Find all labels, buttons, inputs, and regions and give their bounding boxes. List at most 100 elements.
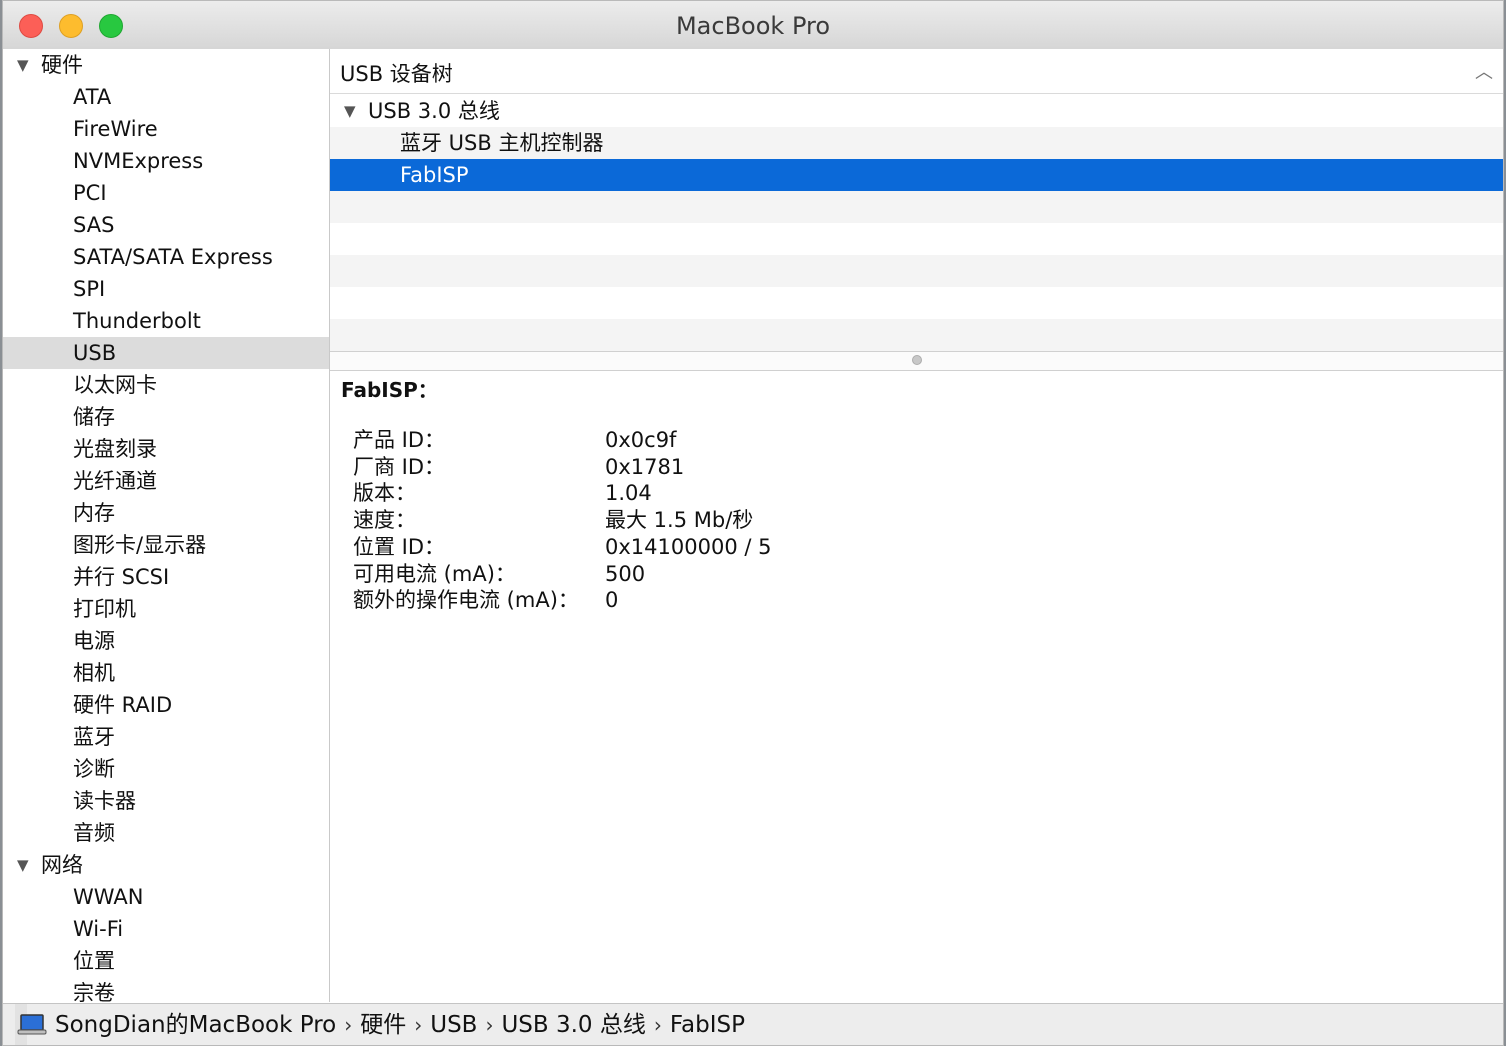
empty-row [330,287,1503,319]
breadcrumb-item[interactable]: SongDian的MacBook Pro [55,1012,336,1038]
sidebar-item-sata-sata-express[interactable]: SATA/SATA Express [3,241,329,273]
sidebar-item-label: SAS [73,213,115,237]
sidebar-item-label: 电源 [73,629,115,653]
main-pane: USB 设备树 ︿ ▼ USB 3.0 总线 蓝牙 USB 主机控制器 FabISP … [330,49,1503,1002]
sidebar-section-label: 硬件 [41,53,83,77]
sidebar-item-item[interactable]: 图形卡/显示器 [3,529,329,561]
sidebar-item-item[interactable]: 储存 [3,401,329,433]
sidebar-item-item[interactable]: 位置 [3,945,329,977]
sidebar-section-0[interactable]: ▼ 硬件 [3,49,329,81]
breadcrumb-item[interactable]: USB [430,1012,477,1038]
sidebar-item-spi[interactable]: SPI [3,273,329,305]
breadcrumb-item[interactable]: FabISP [670,1012,745,1038]
sidebar-item-usb[interactable]: USB [3,337,329,369]
usb-bus-row[interactable]: ▼ USB 3.0 总线 [330,95,1503,127]
sidebar-section-label: 网络 [41,853,83,877]
system-information-window: MacBook Pro ▼ 硬件 ATA FireWire NVMExpress PCI S… [2,0,1504,1046]
splitter-handle-icon[interactable] [912,355,922,365]
sidebar-item-label: 储存 [73,405,115,429]
property-key: 产品 ID： [353,428,446,452]
breadcrumb-separator-icon: › [344,1013,353,1037]
sidebar-item-item[interactable]: 内存 [3,497,329,529]
sidebar-item-wi-fi[interactable]: Wi-Fi [3,913,329,945]
pane-splitter[interactable] [330,351,1503,371]
sidebar-item-item[interactable]: 电源 [3,625,329,657]
sidebar-item-ata[interactable]: ATA [3,81,329,113]
sidebar-section-1[interactable]: ▼ 网络 [3,849,329,881]
sidebar-item-item[interactable]: 打印机 [3,593,329,625]
empty-row [330,223,1503,255]
sidebar-item-label: 图形卡/显示器 [73,533,207,557]
sidebar-item-label: PCI [73,181,107,205]
usb-tree-header-label: USB 设备树 [340,62,453,86]
sidebar[interactable]: ▼ 硬件 ATA FireWire NVMExpress PCI SAS SATA/SATA … [3,49,330,1002]
usb-device-list[interactable]: ▼ USB 3.0 总线蓝牙 USB 主机控制器 FabISP [330,95,1503,351]
empty-row [330,191,1503,223]
sidebar-item-label: ATA [73,85,112,109]
sidebar-item-raid[interactable]: 硬件 RAID [3,689,329,721]
property-key: 可用电流 (mA)： [353,561,516,586]
usb-device-row[interactable]: FabISP [330,159,1503,191]
property-value: 0x1781 [605,454,685,479]
sidebar-item-label: 光盘刻录 [73,437,157,461]
title-bar[interactable]: MacBook Pro [3,1,1503,50]
sidebar-item-wwan[interactable]: WWAN [3,881,329,913]
disclosure-triangle-icon[interactable]: ▼ [344,95,356,127]
sidebar-item-label: 诊断 [73,757,115,781]
disclosure-triangle-icon[interactable]: ▼ [17,849,29,881]
collapse-chevron-icon[interactable]: ︿ [1475,58,1493,84]
sidebar-item-label: USB [73,341,117,365]
sidebar-item-label: 位置 [73,949,115,973]
sidebar-item-label: 硬件 RAID [73,693,173,717]
breadcrumb-separator-icon: › [653,1013,662,1037]
breadcrumb-separator-icon: › [414,1013,423,1037]
sidebar-item-label: 相机 [73,661,115,685]
usb-bus-label: USB 3.0 总线 [368,99,500,123]
path-crumbs[interactable]: SongDian的MacBook Pro › 硬件 › USB › USB 3.0 总线 › F… [15,1004,745,1045]
empty-row [330,255,1503,287]
property-value: 500 [605,561,646,586]
sidebar-item-label: WWAN [73,885,144,909]
sidebar-item-pci[interactable]: PCI [3,177,329,209]
disclosure-triangle-icon[interactable]: ▼ [17,49,29,81]
sidebar-item-firewire[interactable]: FireWire [3,113,329,145]
sidebar-item-item[interactable]: 音频 [3,817,329,849]
sidebar-item-label: FireWire [73,117,158,141]
sidebar-item-item[interactable]: 读卡器 [3,785,329,817]
usb-device-row[interactable]: 蓝牙 USB 主机控制器 [330,127,1503,159]
property-key: 额外的操作电流 (mA)： [353,588,579,613]
sidebar-item-nvmexpress[interactable]: NVMExpress [3,145,329,177]
breadcrumb-separator-icon: › [485,1013,494,1037]
sidebar-item-item[interactable]: 相机 [3,657,329,689]
property-value: 最大 1.5 Mb/秒 [605,508,754,533]
sidebar-item-sas[interactable]: SAS [3,209,329,241]
sidebar-item-label: 读卡器 [73,789,136,813]
sidebar-item-label: 内存 [73,501,115,525]
usb-tree-header[interactable]: USB 设备树 ︿ [330,49,1503,94]
sidebar-item-label: 宗卷 [73,981,115,1002]
sidebar-item-label: 打印机 [73,597,136,621]
sidebar-item-label: SPI [73,277,106,301]
property-key: 版本： [353,481,416,506]
sidebar-item-label: NVMExpress [73,149,204,173]
sidebar-item-label: 并行 SCSI [73,565,170,589]
sidebar-item-item[interactable]: 光纤通道 [3,465,329,497]
sidebar-item-label: SATA/SATA Express [73,245,273,269]
property-value: 0x0c9f [605,428,677,452]
sidebar-item-item[interactable]: 诊断 [3,753,329,785]
sidebar-item-thunderbolt[interactable]: Thunderbolt [3,305,329,337]
breadcrumb-item[interactable]: 硬件 [360,1012,406,1038]
window-title: MacBook Pro [675,12,831,40]
sidebar-item-scsi[interactable]: 并行 SCSI [3,561,329,593]
sidebar-item-label: 以太网卡 [73,373,157,397]
property-value: 0 [605,588,619,613]
path-bar: SongDian的MacBook Pro › 硬件 › USB › USB 3.0 总线 › F… [3,1003,1503,1045]
sidebar-item-item[interactable]: 宗卷 [3,977,329,1002]
sidebar-item-item[interactable]: 光盘刻录 [3,433,329,465]
empty-row [330,319,1503,351]
sidebar-item-label: 光纤通道 [73,469,157,493]
breadcrumb-item[interactable]: USB 3.0 总线 [501,1012,645,1038]
sidebar-item-item[interactable]: 以太网卡 [3,369,329,401]
property-value: 0x14100000 / 5 [605,534,772,559]
sidebar-item-item[interactable]: 蓝牙 [3,721,329,753]
